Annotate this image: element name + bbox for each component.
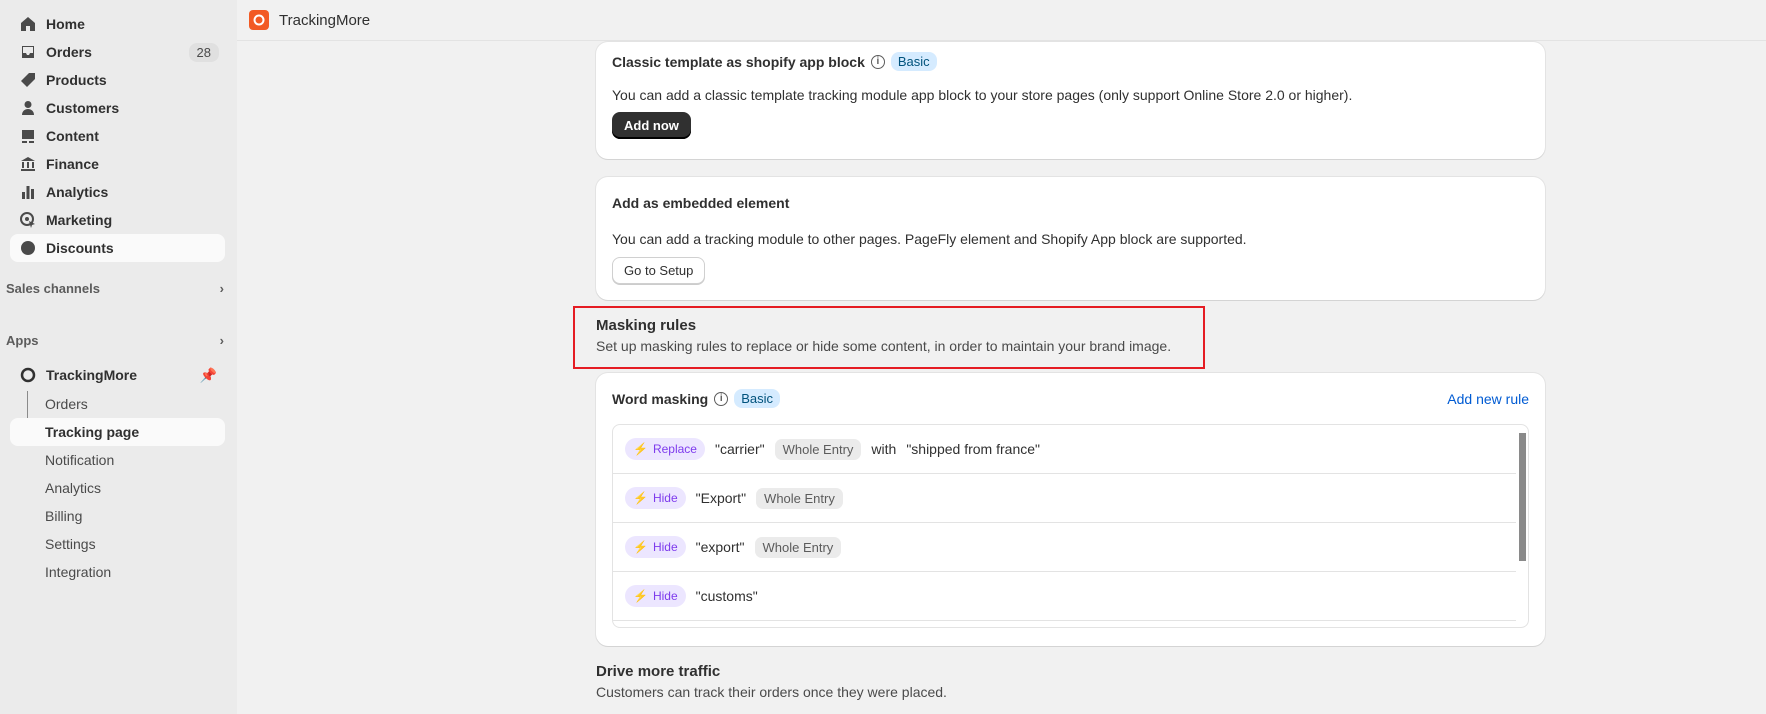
- rule-word: "Export": [695, 490, 747, 506]
- bank-icon: [21, 157, 35, 171]
- rule-scope: Whole Entry: [754, 536, 842, 558]
- app-header: TrackingMore: [237, 0, 1766, 41]
- card-title: Word masking: [612, 390, 709, 407]
- nav-billing[interactable]: Billing: [10, 502, 225, 530]
- nav-customers[interactable]: Customers: [10, 94, 225, 122]
- sidebar: Home Orders 28 Products Customers Content…: [0, 0, 237, 714]
- card-title: Add as embedded element: [612, 195, 790, 211]
- nav-trackingmore[interactable]: TrackingMore 📌: [10, 361, 225, 389]
- rule-word: "carrier": [714, 441, 765, 457]
- plan-badge: Basic: [734, 389, 780, 408]
- rule-action-badge: ⚡ Hide: [625, 536, 686, 558]
- magic-wand-icon: ⚡: [633, 491, 648, 505]
- pin-icon[interactable]: 📌: [200, 367, 217, 384]
- rule-row[interactable]: ⚡ Replace "carrier" Whole Entry with "shi…: [613, 425, 1516, 474]
- nav-products[interactable]: Products: [10, 66, 225, 94]
- magic-wand-icon: ⚡: [633, 589, 648, 603]
- orders-count-badge: 28: [188, 42, 219, 62]
- card-description: You can add a tracking module to other p…: [612, 231, 1247, 247]
- rule-word: "export": [695, 539, 745, 555]
- apps-section[interactable]: Apps ›: [6, 333, 224, 348]
- rule-replacement: "shipped from france": [906, 441, 1040, 457]
- trackingmore-icon: [20, 367, 36, 383]
- classic-template-card: Classic template as shopify app block i Ba…: [596, 42, 1545, 159]
- add-now-button[interactable]: Add now: [612, 112, 691, 139]
- nav-notification[interactable]: Notification: [10, 446, 225, 474]
- nav-app-orders[interactable]: Orders: [10, 390, 225, 418]
- nav-app-analytics[interactable]: Analytics: [10, 474, 225, 502]
- rule-scope: Whole Entry: [756, 487, 843, 509]
- discount-icon: [21, 241, 35, 255]
- rule-row[interactable]: ⚡ Hide "export" Whole Entry: [613, 523, 1516, 572]
- add-new-rule-link[interactable]: Add new rule: [1447, 391, 1529, 407]
- plan-badge: Basic: [890, 52, 937, 71]
- nav-home[interactable]: Home: [10, 10, 225, 38]
- rules-list: ⚡ Replace "carrier" Whole Entry with "shi…: [612, 424, 1529, 628]
- nav-tracking-page[interactable]: Tracking page: [10, 418, 225, 446]
- masking-rules-description: Set up masking rules to replace or hide …: [596, 338, 1172, 354]
- card-title: Classic template as shopify app block: [612, 53, 865, 70]
- magic-wand-icon: ⚡: [633, 442, 648, 456]
- go-to-setup-button[interactable]: Go to Setup: [612, 257, 706, 284]
- nav-finance[interactable]: Finance: [10, 150, 225, 178]
- chevron-right-icon: ›: [219, 281, 224, 296]
- rule-with: with: [871, 441, 897, 457]
- info-icon[interactable]: i: [714, 391, 729, 406]
- tag-icon: [21, 73, 35, 87]
- bar-chart-icon: [22, 186, 34, 199]
- nav-integration[interactable]: Integration: [10, 558, 225, 586]
- nav-marketing[interactable]: Marketing: [10, 206, 225, 234]
- target-icon: [20, 212, 35, 228]
- trackingmore-logo-icon: [249, 10, 269, 30]
- content-icon: [22, 130, 34, 143]
- drive-traffic-description: Customers can track their orders once th…: [596, 684, 947, 700]
- rule-row[interactable]: ⚡ Hide "customs": [613, 572, 1516, 621]
- embedded-element-card: Add as embedded element You can add a tr…: [596, 177, 1545, 300]
- home-icon: [21, 17, 35, 31]
- rule-scope: Whole Entry: [774, 438, 862, 460]
- word-masking-card: Word masking i Basic Add new rule ⚡ Replace…: [596, 373, 1545, 646]
- card-description: You can add a classic template tracking …: [612, 87, 1353, 103]
- nav-orders[interactable]: Orders 28: [10, 38, 225, 66]
- rule-action-badge: ⚡ Hide: [625, 487, 686, 509]
- scrollbar-thumb[interactable]: [1519, 433, 1526, 561]
- info-icon[interactable]: i: [870, 54, 885, 69]
- rule-word: "customs": [695, 588, 758, 604]
- person-icon: [22, 101, 34, 115]
- drive-traffic-title: Drive more traffic: [596, 663, 721, 680]
- rule-row[interactable]: ⚡ Hide "Export" Whole Entry: [613, 474, 1516, 523]
- masking-rules-title: Masking rules: [596, 317, 697, 334]
- orders-icon: [22, 46, 34, 58]
- rule-action-badge: ⚡ Hide: [625, 585, 686, 607]
- app-title: TrackingMore: [279, 11, 371, 29]
- nav-discounts[interactable]: Discounts: [10, 234, 225, 262]
- nav-content[interactable]: Content: [10, 122, 225, 150]
- rule-action-badge: ⚡ Replace: [625, 438, 705, 460]
- nav-settings[interactable]: Settings: [10, 530, 225, 558]
- sales-channels-section[interactable]: Sales channels ›: [6, 281, 224, 296]
- magic-wand-icon: ⚡: [633, 540, 648, 554]
- nav-analytics[interactable]: Analytics: [10, 178, 225, 206]
- chevron-right-icon: ›: [219, 333, 224, 348]
